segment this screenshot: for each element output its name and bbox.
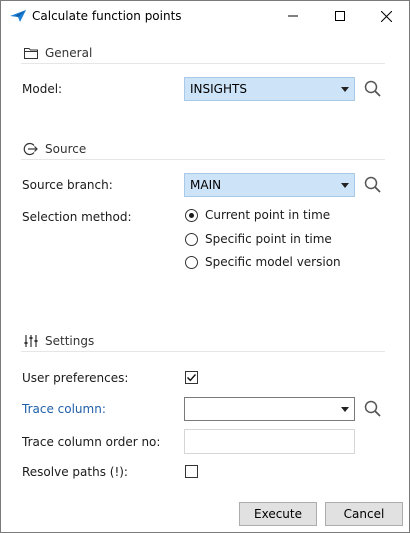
- dialog-window: Calculate function points General Model:…: [0, 0, 410, 533]
- checkmark-icon: [187, 374, 197, 382]
- sliders-icon: [24, 335, 38, 347]
- selection-method-label: Selection method:: [22, 210, 132, 224]
- chevron-down-icon: [341, 87, 349, 92]
- cancel-button[interactable]: Cancel: [325, 502, 403, 526]
- trace-column-order-input[interactable]: [184, 429, 355, 454]
- trace-column-search-icon[interactable]: [363, 399, 383, 419]
- app-arrow-icon: [10, 10, 26, 22]
- folder-icon: [24, 48, 38, 59]
- radio-button[interactable]: [185, 233, 198, 246]
- trace-column-select[interactable]: [184, 397, 355, 421]
- source-branch-search-icon[interactable]: [363, 175, 383, 195]
- source-arrow-icon: [23, 142, 38, 156]
- trace-column-label: Trace column:: [22, 402, 106, 416]
- source-branch-label: Source branch:: [22, 178, 113, 192]
- window-title: Calculate function points: [32, 9, 182, 23]
- source-branch-value: MAIN: [190, 178, 222, 192]
- resolve-paths-label: Resolve paths (!):: [22, 465, 128, 479]
- model-label: Model:: [22, 82, 63, 96]
- section-source-title: Source: [45, 142, 87, 156]
- radio-label: Specific point in time: [205, 232, 332, 246]
- user-preferences-checkbox[interactable]: [185, 371, 198, 384]
- user-preferences-label: User preferences:: [22, 371, 129, 385]
- source-branch-select[interactable]: MAIN: [184, 173, 355, 197]
- chevron-down-icon: [341, 407, 349, 412]
- maximize-icon: [335, 11, 345, 21]
- minimize-icon: [288, 15, 298, 17]
- chevron-down-icon: [341, 183, 349, 188]
- model-value: INSIGHTS: [190, 82, 247, 96]
- minimize-button[interactable]: [270, 1, 316, 31]
- radio-button[interactable]: [185, 256, 198, 269]
- radio-label: Specific model version: [205, 255, 341, 269]
- section-source: Source: [21, 140, 385, 160]
- maximize-button[interactable]: [317, 1, 363, 31]
- model-search-icon[interactable]: [363, 79, 383, 99]
- trace-column-order-label: Trace column order no:: [22, 435, 161, 449]
- close-button[interactable]: [363, 1, 409, 31]
- radio-button-checked[interactable]: [185, 209, 198, 222]
- radio-label: Current point in time: [205, 208, 331, 222]
- resolve-paths-checkbox[interactable]: [185, 465, 198, 478]
- model-select[interactable]: INSIGHTS: [184, 77, 355, 101]
- section-general: General: [21, 44, 385, 64]
- section-settings: Settings: [21, 332, 385, 352]
- section-settings-title: Settings: [45, 334, 95, 348]
- execute-button[interactable]: Execute: [239, 502, 317, 526]
- section-general-title: General: [45, 46, 93, 60]
- close-icon: [380, 10, 392, 22]
- title-bar: Calculate function points: [1, 1, 409, 31]
